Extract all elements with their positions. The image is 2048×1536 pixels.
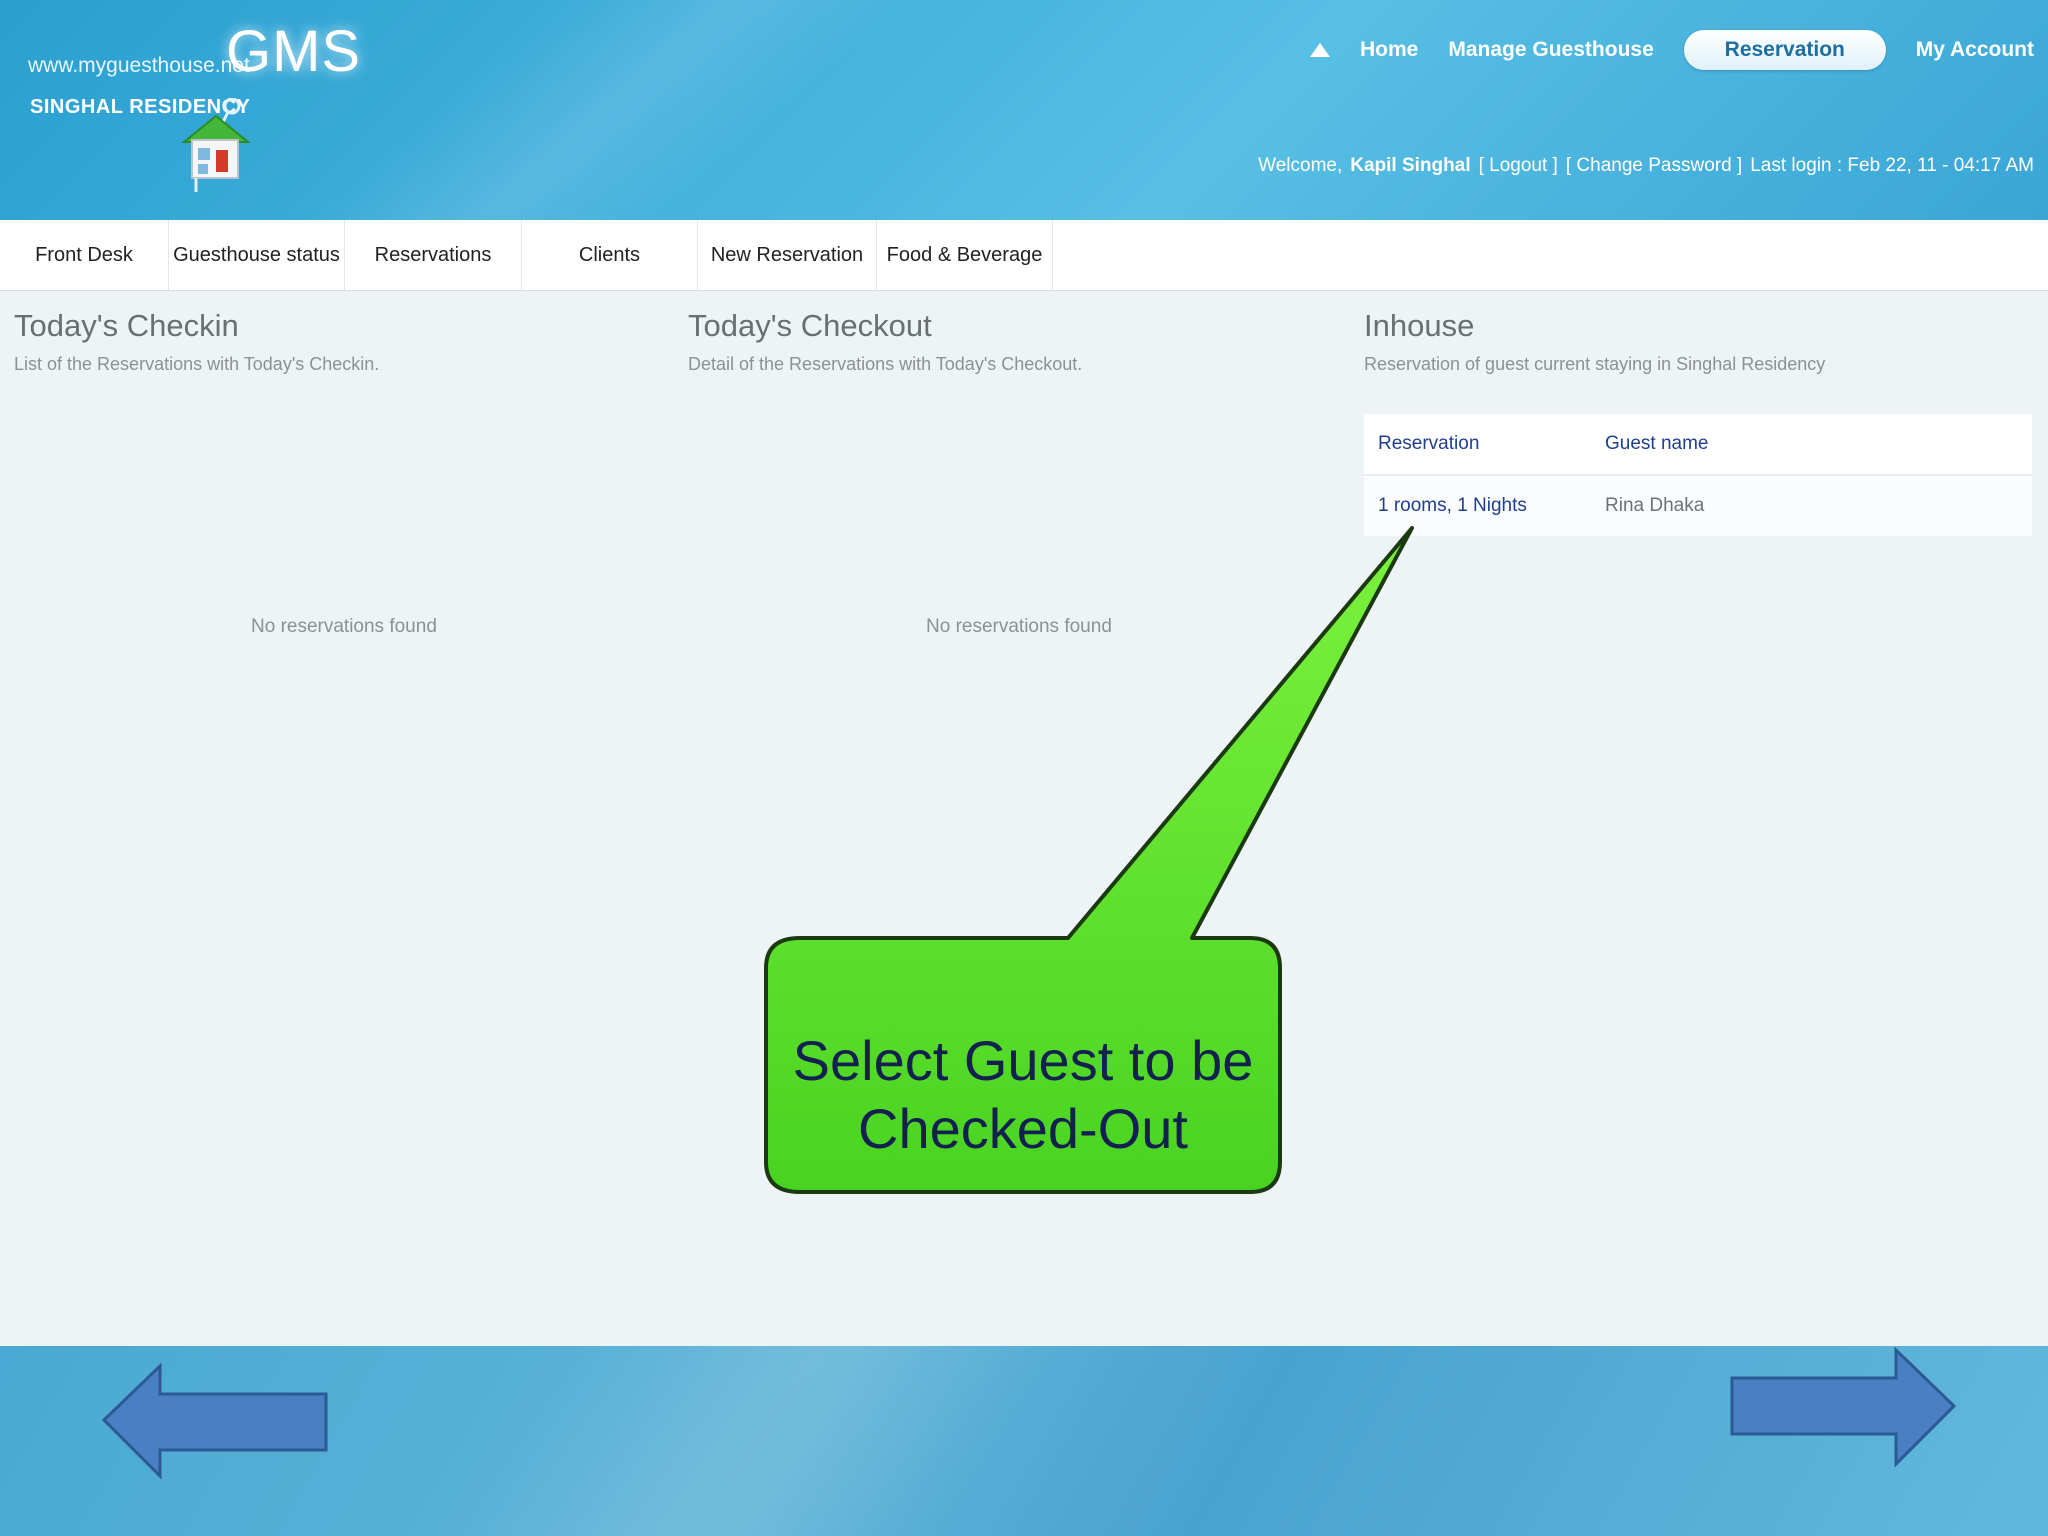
user-name: Kapil Singhal bbox=[1350, 155, 1471, 176]
app-header: www.myguesthouse.net GMS SINGHAL RESIDEN… bbox=[0, 0, 2048, 220]
arrow-left-icon[interactable] bbox=[100, 1362, 330, 1482]
welcome-prefix: Welcome, bbox=[1258, 155, 1343, 176]
reservation-cell[interactable]: 1 rooms, 1 Nights bbox=[1364, 475, 1591, 536]
site-url[interactable]: www.myguesthouse.net bbox=[28, 54, 250, 78]
checkin-subtitle: List of the Reservations with Today's Ch… bbox=[14, 354, 380, 374]
welcome-bar: Welcome, Kapil Singhal [ Logout ] [ Chan… bbox=[1258, 155, 2034, 177]
menu-food-beverage[interactable]: Food & Beverage bbox=[877, 220, 1053, 290]
callout-text: Select Guest to be Checked-Out bbox=[792, 1029, 1254, 1160]
checkin-empty-message: No reservations found bbox=[251, 616, 437, 637]
checkout-title: Today's Checkout bbox=[688, 308, 932, 343]
top-navigation: Home Manage Guesthouse Reservation My Ac… bbox=[1310, 30, 2034, 70]
main-menu: Front Desk Guesthouse status Reservation… bbox=[0, 220, 2048, 291]
column-guest-name: Guest name bbox=[1591, 414, 2032, 476]
checkout-panel: Today's Checkout Detail of the Reservati… bbox=[688, 308, 1082, 375]
inhouse-subtitle: Reservation of guest current staying in … bbox=[1364, 354, 1826, 374]
nav-reservation[interactable]: Reservation bbox=[1683, 30, 1886, 70]
last-login: Last login : Feb 22, 11 - 04:17 AM bbox=[1750, 155, 2034, 176]
house-key-icon bbox=[181, 98, 251, 192]
menu-new-reservation[interactable]: New Reservation bbox=[698, 220, 877, 290]
checkout-empty-message: No reservations found bbox=[926, 616, 1112, 637]
table-header-row: Reservation Guest name bbox=[1364, 414, 2032, 476]
arrow-right-icon[interactable] bbox=[1728, 1346, 1960, 1468]
menu-reservations[interactable]: Reservations bbox=[345, 220, 522, 290]
logout-link[interactable]: [ Logout ] bbox=[1479, 155, 1558, 177]
menu-front-desk[interactable]: Front Desk bbox=[0, 220, 169, 290]
column-reservation: Reservation bbox=[1364, 414, 1591, 476]
menu-clients[interactable]: Clients bbox=[522, 220, 698, 290]
checkout-subtitle: Detail of the Reservations with Today's … bbox=[688, 354, 1083, 374]
collapse-up-icon[interactable] bbox=[1310, 43, 1331, 57]
nav-manage-guesthouse[interactable]: Manage Guesthouse bbox=[1448, 38, 1653, 62]
change-password-link[interactable]: [ Change Password ] bbox=[1566, 155, 1742, 177]
inhouse-table: Reservation Guest name 1 rooms, 1 Nights… bbox=[1364, 414, 2032, 536]
nav-my-account[interactable]: My Account bbox=[1916, 38, 2034, 62]
inhouse-panel: Inhouse Reservation of guest current sta… bbox=[1364, 308, 1825, 375]
checkin-panel: Today's Checkin List of the Reservations… bbox=[14, 308, 379, 375]
slide-footer bbox=[0, 1346, 2048, 1536]
table-row[interactable]: 1 rooms, 1 Nights Rina Dhaka bbox=[1364, 475, 2032, 536]
checkin-title: Today's Checkin bbox=[14, 308, 239, 343]
gms-logo: GMS bbox=[226, 19, 362, 84]
nav-home[interactable]: Home bbox=[1360, 38, 1418, 62]
guest-name-cell[interactable]: Rina Dhaka bbox=[1591, 475, 2032, 536]
menu-guesthouse-status[interactable]: Guesthouse status bbox=[169, 220, 345, 290]
inhouse-title: Inhouse bbox=[1364, 308, 1475, 343]
